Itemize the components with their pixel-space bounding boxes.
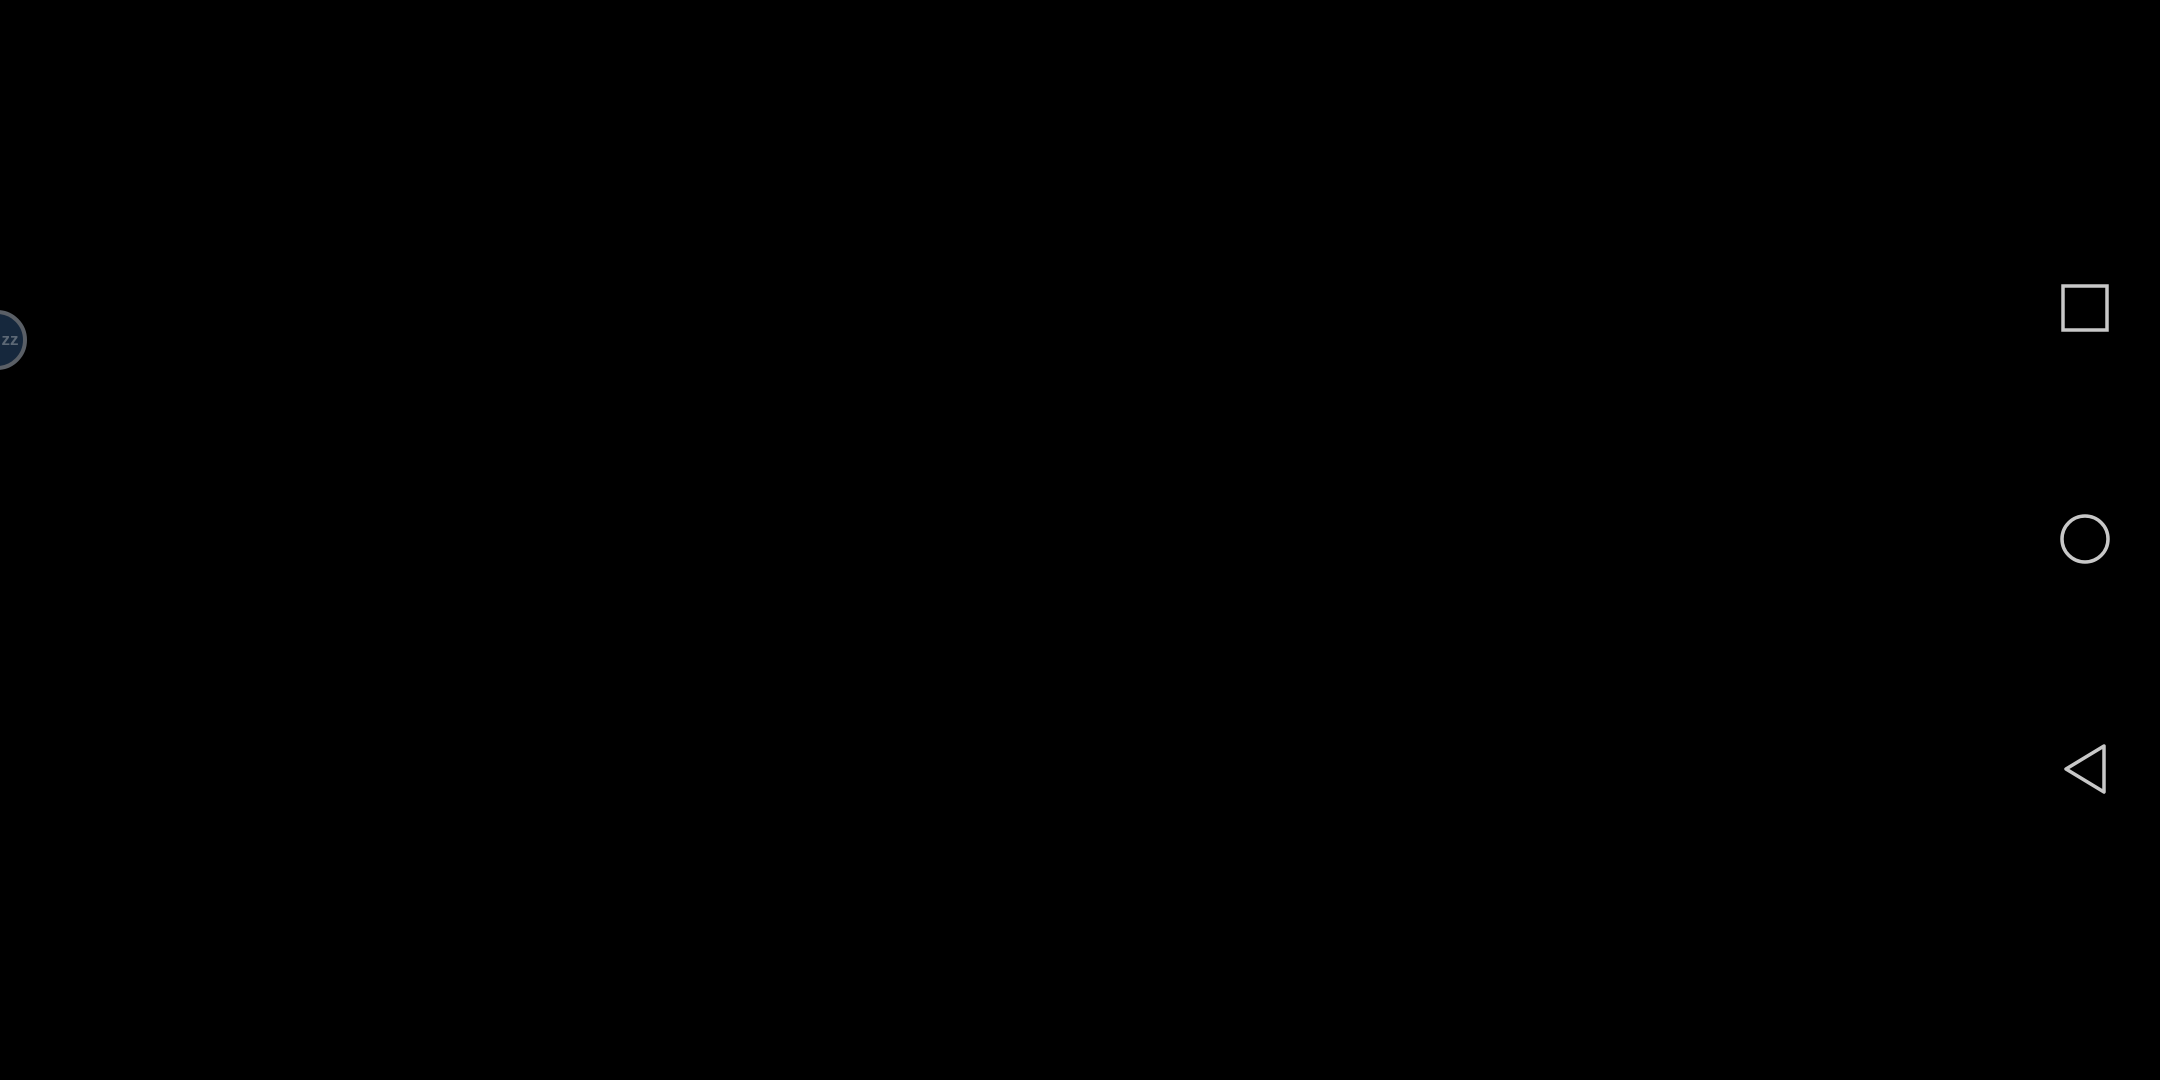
back-button[interactable] — [2035, 719, 2135, 819]
app-content-area — [0, 0, 2010, 1080]
floating-bubble-label: zz — [1, 330, 19, 349]
recents-button[interactable] — [2035, 258, 2135, 358]
home-button[interactable] — [2035, 489, 2135, 589]
navigation-bar — [2010, 0, 2160, 1080]
square-icon — [2061, 284, 2109, 332]
circle-icon — [2060, 514, 2110, 564]
triangle-back-icon — [2064, 744, 2106, 794]
device-screen: zz — [0, 0, 2160, 1080]
